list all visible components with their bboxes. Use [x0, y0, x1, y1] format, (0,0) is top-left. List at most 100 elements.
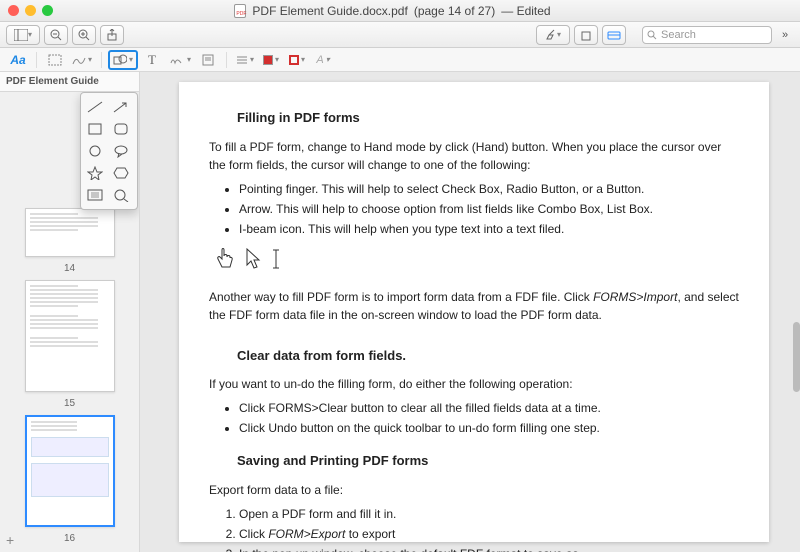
scrollbar-thumb[interactable]: [793, 322, 800, 392]
chevron-down-icon: ▾: [28, 30, 32, 39]
fullscreen-window-button[interactable]: [42, 5, 53, 16]
text-tool-button[interactable]: T: [140, 50, 164, 70]
sketch-button[interactable]: ▾: [69, 50, 95, 70]
rounded-square-shape-button[interactable]: [111, 121, 131, 137]
body-paragraph: Another way to fill PDF form is to impor…: [209, 288, 739, 324]
view-mode-button[interactable]: ▾: [6, 25, 40, 45]
list-item: Pointing finger. This will help to selec…: [239, 180, 739, 198]
star-shape-button[interactable]: [85, 165, 105, 181]
list-icon: [236, 54, 248, 66]
rotate-icon: [580, 29, 592, 41]
thumbnail-page-number: 16: [64, 533, 75, 544]
sidebar-tab[interactable]: PDF Element Guide: [0, 72, 139, 92]
zoom-in-icon: [78, 29, 90, 41]
highlighter-icon: [545, 29, 557, 41]
section-heading: Saving and Printing PDF forms: [237, 451, 739, 471]
line-shape-button[interactable]: [85, 99, 105, 115]
pdf-file-icon: [234, 4, 246, 18]
hexagon-icon: [113, 166, 129, 180]
rotate-button[interactable]: [574, 25, 598, 45]
edited-indicator: — Edited: [501, 4, 550, 18]
shape-picker-popover: [80, 92, 138, 210]
main-area: PDF Element Guide 14: [0, 72, 800, 552]
section-heading: Clear data from form fields.: [237, 346, 739, 366]
expand-button[interactable]: »: [776, 25, 794, 45]
search-input[interactable]: Search: [642, 26, 772, 44]
loupe-icon: [113, 188, 129, 202]
fill-color-button[interactable]: ▾: [259, 50, 283, 70]
arrow-icon: [112, 100, 130, 114]
list-item: In the pop up window, choose the default…: [239, 545, 739, 552]
zoom-in-button[interactable]: [72, 25, 96, 45]
sketch-icon: [72, 54, 86, 66]
note-button[interactable]: [196, 50, 220, 70]
body-paragraph: To fill a PDF form, change to Hand mode …: [209, 138, 739, 174]
markup-toolbox-icon: [607, 29, 621, 41]
font-style-button[interactable]: A▾: [311, 50, 335, 70]
mask-shape-button[interactable]: [85, 187, 105, 203]
fill-color-swatch: [263, 55, 273, 65]
close-window-button[interactable]: [8, 5, 19, 16]
main-toolbar: ▾ ▾ Search »: [0, 22, 800, 48]
chevron-down-icon: ▾: [187, 55, 191, 64]
signature-icon: [169, 54, 185, 66]
star-icon: [87, 166, 103, 180]
sidebar-icon: [14, 29, 28, 41]
document-filename: PDF Element Guide.docx.pdf: [252, 4, 407, 18]
list-style-button[interactable]: ▾: [233, 50, 257, 70]
sidebar-tab-label: PDF Element Guide: [6, 76, 99, 87]
markup-button[interactable]: [602, 25, 626, 45]
chevron-down-icon: ▾: [250, 55, 254, 64]
share-button[interactable]: [100, 25, 124, 45]
numbered-list: Open a PDF form and fill it in. Click FO…: [209, 505, 739, 552]
arrow-cursor-icon: [245, 248, 261, 278]
page-thumbnail[interactable]: [25, 208, 115, 257]
list-item: Click FORM>Export to export: [239, 525, 739, 543]
square-shape-button[interactable]: [85, 121, 105, 137]
zoom-out-button[interactable]: [44, 25, 68, 45]
section-heading: Filling in PDF forms: [237, 108, 739, 128]
bullet-list: Click FORMS>Clear button to clear all th…: [209, 399, 739, 437]
add-page-button[interactable]: +: [6, 532, 14, 548]
selection-icon: [48, 54, 62, 66]
chevron-down-icon: ▾: [88, 55, 92, 64]
traffic-lights: [8, 5, 53, 16]
body-paragraph: If you want to un-do the filling form, d…: [209, 375, 739, 393]
circle-icon: [87, 144, 103, 158]
pdf-page: Filling in PDF forms To fill a PDF form,…: [179, 82, 769, 542]
hexagon-shape-button[interactable]: [111, 165, 131, 181]
loupe-shape-button[interactable]: [111, 187, 131, 203]
shapes-icon: [113, 54, 127, 66]
page-thumbnail[interactable]: [25, 280, 115, 392]
chevron-down-icon: ▾: [557, 30, 561, 39]
shapes-button[interactable]: ▾: [108, 50, 138, 70]
arrow-shape-button[interactable]: [111, 99, 131, 115]
stroke-color-button[interactable]: ▾: [285, 50, 309, 70]
chevron-expand-icon: »: [782, 29, 788, 41]
search-icon: [647, 30, 657, 40]
share-icon: [106, 29, 118, 41]
mask-icon: [87, 188, 103, 202]
thumbnail-page-number: 15: [64, 398, 75, 409]
chevron-down-icon: ▾: [326, 55, 330, 64]
thumbnail-list[interactable]: 14 15 16: [0, 92, 139, 552]
minimize-window-button[interactable]: [25, 5, 36, 16]
zoom-out-icon: [50, 29, 62, 41]
list-item: Arrow. This will help to choose option f…: [239, 200, 739, 218]
window-title: PDF Element Guide.docx.pdf (page 14 of 2…: [59, 4, 726, 18]
document-viewport[interactable]: Filling in PDF forms To fill a PDF form,…: [140, 72, 800, 552]
highlight-button[interactable]: ▾: [536, 25, 570, 45]
list-item: Click FORMS>Clear button to clear all th…: [239, 399, 739, 417]
pointing-hand-icon: [215, 248, 235, 278]
list-item: Click Undo button on the quick toolbar t…: [239, 419, 739, 437]
list-item: Open a PDF form and fill it in.: [239, 505, 739, 523]
signature-button[interactable]: ▾: [166, 50, 194, 70]
thumbnail-sidebar: PDF Element Guide 14: [0, 72, 140, 552]
page-thumbnail-selected[interactable]: [25, 415, 115, 527]
rounded-square-icon: [113, 122, 129, 136]
speech-bubble-shape-button[interactable]: [111, 143, 131, 159]
annotation-toolbar: Aa ▾ ▾ T ▾ ▾ ▾ ▾ A▾: [0, 48, 800, 72]
text-style-button[interactable]: Aa: [6, 50, 30, 70]
circle-shape-button[interactable]: [85, 143, 105, 159]
select-box-button[interactable]: [43, 50, 67, 70]
